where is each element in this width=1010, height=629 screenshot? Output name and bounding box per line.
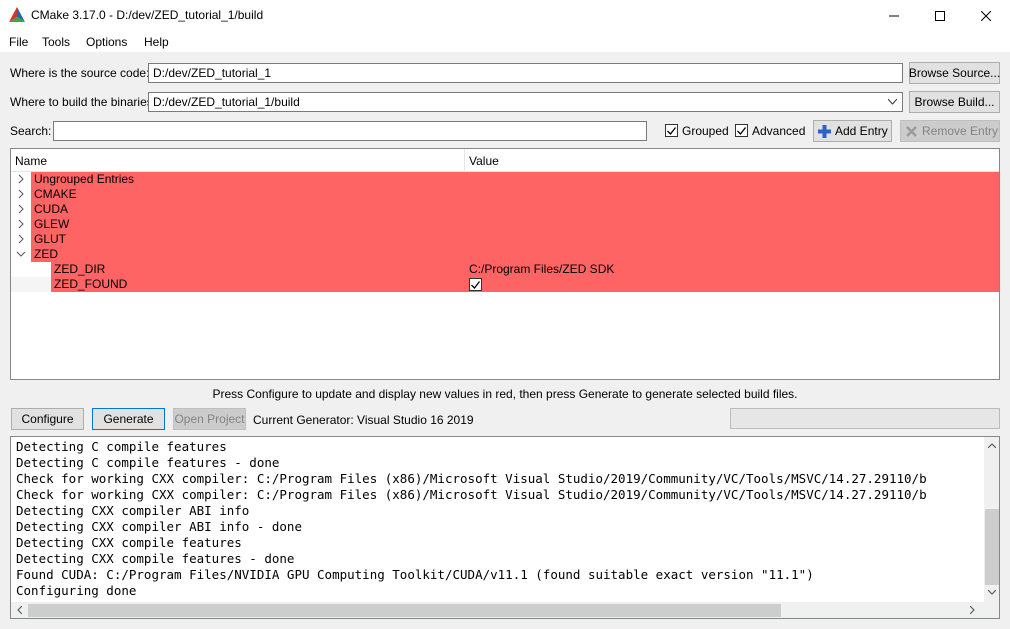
tree-header: Name Value (11, 149, 999, 172)
tree-row-zed[interactable]: ZED (11, 247, 999, 262)
changed-highlight (31, 187, 999, 202)
vertical-scrollbar[interactable] (984, 437, 999, 603)
remove-entry-button[interactable]: Remove Entry (900, 120, 1000, 142)
horizontal-scroll-thumb[interactable] (28, 604, 781, 617)
chevron-down-icon[interactable] (888, 99, 897, 105)
progress-bar (730, 408, 1000, 429)
tree-row-zed-dir[interactable]: ZED_DIR C:/Program Files/ZED SDK (11, 262, 999, 277)
log-line: Found CUDA: C:/Program Files/NVIDIA GPU … (16, 567, 814, 582)
minimize-button[interactable] (871, 0, 917, 31)
window-title: CMake 3.17.0 - D:/dev/ZED_tutorial_1/bui… (31, 8, 264, 22)
grouped-label: Grouped (682, 124, 729, 138)
chevron-left-icon[interactable] (17, 606, 22, 614)
zed-found-checkbox[interactable] (469, 278, 482, 291)
vertical-scroll-thumb[interactable] (985, 509, 999, 585)
remove-icon (906, 125, 917, 137)
menu-bar: File Tools Options Help (0, 31, 1010, 52)
maximize-button[interactable] (917, 0, 963, 31)
advanced-checkbox[interactable] (735, 124, 748, 137)
cache-entries-tree[interactable]: Name Value Ungrouped Entries CMAKE CUDA … (10, 148, 1000, 380)
chevron-right-icon[interactable] (970, 606, 975, 614)
group-label: ZED (34, 247, 58, 261)
build-path-value: D:/dev/ZED_tutorial_1/build (153, 95, 300, 109)
chevron-right-icon[interactable] (16, 204, 26, 214)
tree-row-cuda[interactable]: CUDA (11, 202, 999, 217)
chevron-right-icon[interactable] (16, 234, 26, 244)
chevron-down-icon[interactable] (988, 590, 996, 595)
checkmark-icon (667, 126, 676, 135)
entry-name: ZED_DIR (54, 262, 106, 276)
title-bar: CMake 3.17.0 - D:/dev/ZED_tutorial_1/bui… (0, 0, 1010, 31)
log-line: Check for working CXX compiler: C:/Progr… (16, 487, 927, 502)
menu-file[interactable]: File (9, 35, 28, 49)
grouped-checkbox[interactable] (665, 124, 678, 137)
build-label: Where to build the binaries: (10, 95, 157, 109)
chevron-right-icon[interactable] (16, 219, 26, 229)
chevron-up-icon[interactable] (988, 443, 996, 448)
entry-value[interactable]: C:/Program Files/ZED SDK (469, 262, 614, 277)
maximize-icon (935, 10, 945, 21)
menu-help[interactable]: Help (144, 35, 169, 49)
open-project-button[interactable]: Open Project (173, 408, 246, 430)
output-log[interactable]: Detecting C compile features Detecting C… (10, 436, 1000, 619)
current-generator-label: Current Generator: Visual Studio 16 2019 (253, 413, 474, 427)
chevron-right-icon[interactable] (16, 174, 26, 184)
search-input[interactable] (53, 121, 647, 141)
browse-source-button[interactable]: Browse Source... (909, 62, 1000, 84)
log-line: Detecting C compile features (16, 439, 227, 454)
minimize-icon (889, 15, 899, 16)
log-line: Detecting CXX compile features (16, 535, 242, 550)
generate-button[interactable]: Generate (92, 408, 165, 430)
group-label: Ungrouped Entries (34, 172, 135, 186)
checkmark-icon (471, 280, 480, 289)
menu-options[interactable]: Options (86, 35, 127, 49)
advanced-label: Advanced (752, 124, 806, 138)
search-label: Search: (10, 124, 52, 138)
add-entry-button[interactable]: Add Entry (813, 120, 892, 142)
group-label: CUDA (34, 202, 69, 216)
log-line: Check for working CXX compiler: C:/Progr… (16, 471, 927, 486)
chevron-down-icon[interactable] (16, 249, 26, 259)
column-header-name[interactable]: Name (15, 154, 47, 168)
source-path-input[interactable]: D:/dev/ZED_tutorial_1 (148, 63, 903, 83)
remove-entry-label: Remove Entry (922, 124, 999, 138)
changed-highlight (31, 232, 999, 247)
log-line: Detecting CXX compile features - done (16, 551, 295, 566)
cmake-logo-icon (9, 7, 25, 22)
log-line: Detecting CXX compiler ABI info - done (16, 519, 302, 534)
log-line: Configuring done (16, 583, 137, 598)
entry-name: ZED_FOUND (54, 277, 128, 291)
changed-highlight (31, 217, 999, 232)
close-icon (981, 10, 991, 21)
horizontal-scrollbar[interactable] (11, 602, 984, 618)
configure-button[interactable]: Configure (11, 408, 84, 430)
menu-tools[interactable]: Tools (42, 35, 70, 49)
hint-text: Press Configure to update and display ne… (212, 387, 798, 401)
group-label: GLUT (34, 232, 67, 246)
build-path-combobox[interactable]: D:/dev/ZED_tutorial_1/build (148, 92, 903, 112)
column-header-value[interactable]: Value (469, 154, 499, 168)
source-label: Where is the source code: (10, 66, 150, 80)
tree-row-zed-found[interactable]: ZED_FOUND (11, 277, 999, 292)
changed-highlight (31, 172, 999, 187)
log-line: Detecting CXX compiler ABI info (16, 503, 250, 518)
column-divider (464, 149, 465, 172)
changed-highlight (31, 247, 999, 262)
log-line: Detecting C compile features - done (16, 455, 280, 470)
group-label: GLEW (34, 217, 70, 231)
tree-row-cmake[interactable]: CMAKE (11, 187, 999, 202)
changed-highlight (31, 202, 999, 217)
close-button[interactable] (963, 0, 1009, 31)
scroll-corner (984, 603, 999, 618)
tree-row-glut[interactable]: GLUT (11, 232, 999, 247)
chevron-right-icon[interactable] (16, 189, 26, 199)
browse-build-button[interactable]: Browse Build... (909, 91, 1000, 113)
group-label: CMAKE (34, 187, 77, 201)
checkmark-icon (737, 126, 746, 135)
plus-icon (818, 124, 831, 138)
tree-row-glew[interactable]: GLEW (11, 217, 999, 232)
add-entry-label: Add Entry (835, 124, 888, 138)
changed-highlight (51, 277, 999, 292)
tree-row-ungrouped[interactable]: Ungrouped Entries (11, 172, 999, 187)
